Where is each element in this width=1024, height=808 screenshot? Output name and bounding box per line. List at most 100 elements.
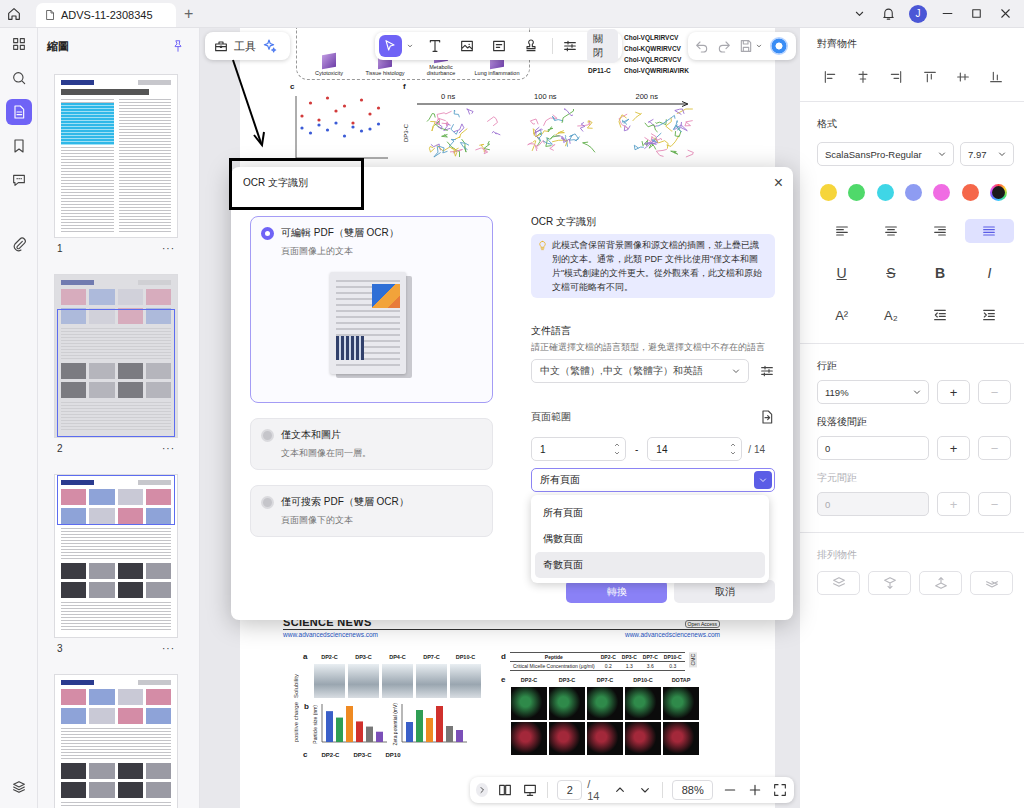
text-style-button[interactable]: I xyxy=(965,261,1014,285)
tool-button[interactable] xyxy=(520,35,543,57)
page-range-icon[interactable] xyxy=(759,409,775,425)
indent-button[interactable] xyxy=(965,303,1014,327)
maximize-icon[interactable] xyxy=(969,6,984,21)
reading-mode-icon[interactable] xyxy=(497,782,513,798)
convert-button[interactable]: 轉換 xyxy=(566,580,667,603)
visible-area-frame[interactable] xyxy=(57,309,175,437)
ocr-mode-card[interactable]: 僅可搜索 PDF（雙層 OCR）頁面圖像下的文本 xyxy=(250,485,493,537)
rail-button[interactable] xyxy=(6,231,32,257)
home-icon[interactable] xyxy=(6,6,22,22)
text-align-button[interactable] xyxy=(916,219,965,243)
tools-button[interactable]: 工具 xyxy=(205,32,290,60)
increase-button[interactable]: + xyxy=(937,436,970,460)
arrange-button[interactable] xyxy=(970,571,1013,595)
line-spacing-select[interactable]: 119% xyxy=(817,380,929,404)
rail-button[interactable] xyxy=(6,167,32,193)
decrease-button[interactable]: − xyxy=(978,380,1011,404)
color-swatch[interactable] xyxy=(905,184,922,201)
dropdown-button[interactable] xyxy=(754,471,772,489)
increase-button[interactable]: + xyxy=(937,380,970,404)
color-swatch[interactable] xyxy=(848,184,865,201)
journal-url[interactable]: www.advancedsciencenews.com xyxy=(283,631,378,638)
dialog-close-button[interactable]: × xyxy=(774,174,783,192)
undo-icon[interactable] xyxy=(694,38,710,54)
color-swatch[interactable] xyxy=(962,184,979,201)
rail-button[interactable] xyxy=(6,774,32,800)
chevron-down-icon[interactable] xyxy=(852,6,867,21)
text-style-button[interactable]: U xyxy=(817,261,866,285)
new-tab-button[interactable]: + xyxy=(184,5,193,23)
script-button[interactable]: A² xyxy=(817,303,866,327)
language-settings-icon[interactable] xyxy=(759,363,775,379)
rail-button[interactable] xyxy=(6,99,32,125)
color-swatch[interactable] xyxy=(990,184,1007,201)
paragraph-spacing-input[interactable]: 0 xyxy=(817,436,929,460)
caret-down-icon[interactable] xyxy=(405,41,415,51)
page-thumbnail[interactable] xyxy=(55,675,177,808)
close-window-icon[interactable] xyxy=(998,6,1013,21)
page-subset-select[interactable]: 所有頁面 xyxy=(531,468,775,492)
page-number-input[interactable]: 2 xyxy=(557,780,582,800)
page-more-button[interactable]: ··· xyxy=(162,443,175,475)
zoom-out-icon[interactable] xyxy=(722,782,738,798)
visible-area-frame[interactable] xyxy=(57,475,175,525)
menu-option[interactable]: 奇數頁面 xyxy=(535,552,765,578)
increase-button[interactable]: + xyxy=(937,492,970,516)
align-left-icon[interactable] xyxy=(822,69,838,85)
decrease-button[interactable]: − xyxy=(978,492,1011,516)
expand-button[interactable] xyxy=(476,783,488,797)
fit-page-icon[interactable] xyxy=(772,782,788,798)
arrange-button[interactable] xyxy=(868,571,911,595)
document-tab[interactable]: ADVS-11-2308345 xyxy=(36,3,176,27)
ocr-mode-card[interactable]: 僅文本和圖片文本和圖像在同一層。 xyxy=(250,418,493,470)
bell-icon[interactable] xyxy=(881,6,896,21)
align-right-icon[interactable] xyxy=(888,69,904,85)
align-center-icon[interactable] xyxy=(855,69,871,85)
text-style-button[interactable]: B xyxy=(916,261,965,285)
align-top-icon[interactable] xyxy=(922,69,938,85)
font-family-select[interactable]: ScalaSansPro-Regular xyxy=(817,142,954,166)
radio-button[interactable] xyxy=(261,496,274,509)
text-style-button[interactable]: S xyxy=(866,261,915,285)
rail-button[interactable] xyxy=(6,133,32,159)
ai-sparkle-icon[interactable] xyxy=(261,38,277,54)
color-swatch[interactable] xyxy=(933,184,950,201)
page-thumbnail[interactable] xyxy=(55,475,177,637)
page-more-button[interactable]: ··· xyxy=(162,243,175,275)
cancel-button[interactable]: 取消 xyxy=(674,580,775,603)
presentation-icon[interactable] xyxy=(522,782,538,798)
settings-sliders-icon[interactable] xyxy=(562,38,578,54)
caret-down-icon[interactable] xyxy=(754,41,764,51)
arrange-button[interactable] xyxy=(919,571,962,595)
text-align-button[interactable] xyxy=(817,219,866,243)
radio-button[interactable] xyxy=(261,227,274,240)
ai-assistant-icon[interactable] xyxy=(770,37,788,55)
page-thumbnail[interactable] xyxy=(55,275,177,437)
radio-button[interactable] xyxy=(261,429,274,442)
zoom-in-icon[interactable] xyxy=(747,782,763,798)
text-align-button[interactable] xyxy=(866,219,915,243)
spinner[interactable] xyxy=(729,441,737,457)
page-thumbnail[interactable] xyxy=(55,75,177,237)
zoom-level[interactable]: 88% xyxy=(672,780,713,800)
page-from-input[interactable]: 1 xyxy=(531,437,626,461)
rail-button[interactable] xyxy=(6,31,32,57)
character-spacing-input[interactable]: 0 xyxy=(817,492,929,516)
spinner[interactable] xyxy=(613,441,621,457)
arrange-button[interactable] xyxy=(817,571,860,595)
tool-button[interactable] xyxy=(379,35,402,57)
user-avatar[interactable]: J xyxy=(909,5,927,23)
color-swatch[interactable] xyxy=(877,184,894,201)
script-button[interactable]: A₂ xyxy=(866,303,915,327)
page-to-input[interactable]: 14 xyxy=(647,437,742,461)
minimize-icon[interactable] xyxy=(940,6,955,21)
align-middle-icon[interactable] xyxy=(955,69,971,85)
menu-option[interactable]: 偶數頁面 xyxy=(535,526,765,552)
outdent-button[interactable] xyxy=(916,303,965,327)
language-select[interactable]: 中文（繁體）,中文（繁體字）和英語 xyxy=(531,359,749,383)
align-bottom-icon[interactable] xyxy=(988,69,1004,85)
next-page-icon[interactable] xyxy=(637,782,653,798)
decrease-button[interactable]: − xyxy=(978,436,1011,460)
ocr-mode-card[interactable]: 可編輯 PDF（雙層 OCR）頁面圖像上的文本 xyxy=(250,216,493,403)
page-more-button[interactable]: ··· xyxy=(162,643,175,675)
